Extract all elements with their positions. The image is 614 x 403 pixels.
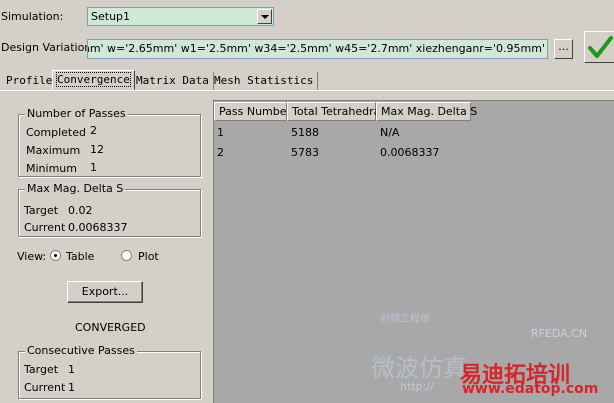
watermark-text: 微波仿真: [371, 354, 467, 382]
checkmark-icon: [588, 36, 613, 58]
consecutive-target-label: Target: [24, 363, 59, 376]
simulation-select[interactable]: Setup1: [87, 7, 274, 26]
design-variation-field[interactable]: 69mm' tiaoxier='0.7mm' w='2.65mm' w1='2.…: [87, 39, 548, 59]
consecutive-target-value: 1: [68, 363, 75, 376]
max-mag-delta-s-group: Max Mag. Delta S Target 0.02 Current 0.0…: [18, 182, 201, 237]
table-cell: N/A: [380, 126, 400, 139]
design-variation-value: 69mm' tiaoxier='0.7mm' w='2.65mm' w1='2.…: [88, 42, 545, 55]
convergence-status: CONVERGED: [75, 321, 146, 334]
delta-target-value: 0.02: [68, 204, 93, 217]
view-plot-label[interactable]: Plot: [138, 250, 159, 263]
view-table-label[interactable]: Table: [66, 250, 94, 263]
number-of-passes-group: Number of Passes Completed 2 Maximum 12 …: [18, 107, 201, 177]
table-cell: 1: [217, 126, 224, 139]
apply-button[interactable]: [584, 31, 614, 63]
column-header-pass-number[interactable]: Pass Number: [214, 102, 291, 121]
design-variation-label: Design Variation:: [1, 41, 95, 54]
consecutive-passes-title: Consecutive Passes: [25, 344, 137, 357]
view-label: View:: [17, 250, 47, 263]
completed-value: 2: [90, 124, 97, 137]
minimum-label: Minimum: [26, 162, 77, 175]
tab-mesh-statistics[interactable]: Mesh Statistics: [210, 72, 319, 90]
watermark-text: http://: [400, 380, 434, 393]
chevron-down-icon[interactable]: [257, 9, 272, 24]
view-table-radio[interactable]: [50, 250, 61, 261]
watermark-text: RFEDA.CN: [531, 327, 587, 340]
column-header-max-mag-delta-s[interactable]: Max Mag. Delta S: [376, 102, 477, 121]
tab-bar: Profile Convergence Matrix Data Mesh Sta…: [0, 70, 614, 90]
number-of-passes-title: Number of Passes: [25, 107, 128, 120]
completed-label: Completed: [26, 126, 86, 139]
design-variation-browse-button[interactable]: ...: [554, 39, 573, 59]
view-plot-radio[interactable]: [121, 250, 132, 261]
table-cell: 2: [217, 146, 224, 159]
max-mag-delta-s-title: Max Mag. Delta S: [25, 182, 126, 195]
consecutive-current-label: Current: [24, 381, 66, 394]
table-cell: 0.0068337: [380, 146, 440, 159]
maximum-label: Maximum: [26, 144, 81, 157]
simulation-value: Setup1: [91, 10, 131, 23]
watermark-text: 射频工程师: [380, 314, 430, 325]
tab-profile[interactable]: Profile: [2, 72, 58, 90]
maximum-value: 12: [90, 143, 104, 156]
delta-current-value: 0.0068337: [68, 221, 128, 234]
consecutive-passes-group: Consecutive Passes Target 1 Current 1: [18, 344, 201, 399]
export-button[interactable]: Export...: [67, 281, 143, 303]
tab-convergence[interactable]: Convergence: [52, 70, 135, 90]
column-header-total-tetrahedra[interactable]: Total Tetrahedra: [287, 102, 380, 121]
table-cell: 5188: [291, 126, 319, 139]
consecutive-current-value: 1: [68, 381, 75, 394]
minimum-value: 1: [90, 161, 97, 174]
watermark-text: www.edatop.com: [462, 381, 599, 397]
delta-target-label: Target: [24, 204, 59, 217]
tab-divider: [0, 90, 614, 91]
simulation-label: Simulation:: [1, 10, 64, 23]
delta-current-label: Current: [24, 221, 66, 234]
table-cell: 5783: [291, 146, 319, 159]
tab-matrix-data[interactable]: Matrix Data: [132, 72, 214, 90]
